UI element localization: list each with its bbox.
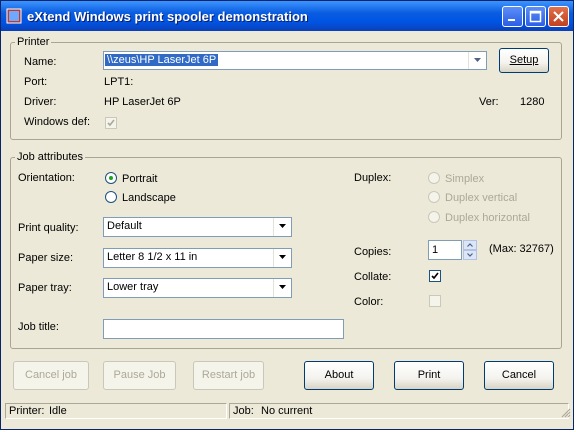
cancel-button[interactable]: Cancel bbox=[484, 361, 554, 390]
about-button[interactable]: About bbox=[304, 361, 374, 390]
print-quality-label: Print quality: bbox=[18, 222, 79, 234]
setup-button[interactable]: Setup bbox=[499, 48, 549, 73]
minimize-button[interactable] bbox=[502, 6, 523, 27]
checkmark-icon bbox=[107, 119, 115, 127]
title-bar[interactable]: eXtend Windows print spooler demonstrati… bbox=[1, 1, 573, 31]
paper-tray-dropdown-button[interactable] bbox=[273, 279, 291, 297]
windows-default-label: Windows def: bbox=[24, 116, 91, 128]
simplex-label: Simplex bbox=[445, 173, 485, 185]
version-label: Ver: bbox=[479, 96, 499, 108]
copies-spin-down[interactable] bbox=[463, 250, 477, 260]
print-quality-combo[interactable]: Default bbox=[103, 217, 292, 237]
window-title: eXtend Windows print spooler demonstrati… bbox=[27, 9, 308, 24]
duplex-horizontal-radio bbox=[428, 211, 440, 223]
duplex-vertical-label: Duplex vertical bbox=[445, 192, 518, 204]
radio-selected-dot bbox=[109, 176, 113, 180]
duplex-vertical-radio bbox=[428, 191, 440, 203]
landscape-radio[interactable] bbox=[105, 191, 117, 203]
cancel-job-button: Cancel job bbox=[13, 361, 89, 390]
portrait-label[interactable]: Portrait bbox=[122, 173, 157, 185]
copies-value: 1 bbox=[432, 244, 439, 256]
job-title-label: Job title: bbox=[18, 321, 59, 333]
duplex-horizontal-label: Duplex horizontal bbox=[445, 212, 530, 224]
print-quality-dropdown-button[interactable] bbox=[273, 218, 291, 236]
close-icon bbox=[553, 11, 564, 22]
chevron-down-icon bbox=[474, 58, 481, 62]
landscape-label[interactable]: Landscape bbox=[122, 192, 176, 204]
printer-name-label: Name: bbox=[24, 56, 57, 68]
driver-label: Driver: bbox=[24, 96, 57, 108]
paper-size-dropdown-button[interactable] bbox=[273, 249, 291, 267]
printer-name-value: \\zeus\HP LaserJet 6P bbox=[105, 54, 219, 66]
printer-group-legend: Printer bbox=[17, 36, 50, 48]
color-checkbox bbox=[429, 295, 441, 307]
paper-tray-value: Lower tray bbox=[107, 281, 159, 293]
copies-label: Copies: bbox=[354, 246, 392, 258]
printer-app-icon bbox=[6, 8, 22, 24]
collate-label: Collate: bbox=[354, 271, 392, 283]
collate-checkbox[interactable] bbox=[429, 270, 441, 282]
close-button[interactable] bbox=[548, 6, 569, 27]
maximize-button[interactable] bbox=[525, 6, 546, 27]
pause-job-button: Pause Job bbox=[103, 361, 176, 390]
color-label: Color: bbox=[354, 296, 384, 308]
maximize-icon bbox=[529, 10, 542, 23]
minimize-icon bbox=[508, 19, 515, 21]
printer-name-dropdown-button[interactable] bbox=[468, 52, 486, 69]
paper-size-combo[interactable]: Letter 8 1/2 x 11 in bbox=[103, 248, 292, 268]
checkmark-icon bbox=[431, 272, 439, 280]
simplex-radio bbox=[428, 172, 440, 184]
job-status-label: Job: bbox=[233, 405, 254, 417]
chevron-down-icon bbox=[279, 285, 286, 289]
status-bar: Printer: Idle Job: No current bbox=[1, 401, 573, 429]
chevron-down-icon bbox=[279, 255, 286, 259]
port-label: Port: bbox=[24, 76, 48, 88]
print-quality-value: Default bbox=[107, 220, 142, 232]
paper-size-value: Letter 8 1/2 x 11 in bbox=[107, 251, 198, 263]
job-status-value: No current bbox=[261, 405, 313, 417]
paper-tray-label: Paper tray: bbox=[18, 282, 72, 294]
copies-input[interactable]: 1 bbox=[428, 240, 462, 260]
paper-size-label: Paper size: bbox=[18, 252, 74, 264]
printer-name-combo[interactable]: \\zeus\HP LaserJet 6P bbox=[103, 51, 487, 70]
copies-spin-up[interactable] bbox=[463, 240, 477, 250]
job-title-input[interactable] bbox=[103, 319, 344, 339]
port-value: LPT1: bbox=[104, 76, 134, 88]
copies-max-label: (Max: 32767) bbox=[489, 243, 554, 255]
orientation-label: Orientation: bbox=[18, 172, 75, 184]
chevron-down-icon bbox=[467, 253, 473, 257]
restart-job-button: Restart job bbox=[193, 361, 264, 390]
paper-tray-combo[interactable]: Lower tray bbox=[103, 278, 292, 298]
job-attributes-legend: Job attributes bbox=[17, 151, 84, 163]
duplex-label: Duplex: bbox=[354, 172, 392, 184]
windows-default-checkbox bbox=[105, 117, 117, 129]
version-value: 1280 bbox=[520, 96, 545, 108]
printer-status-value: Idle bbox=[49, 405, 67, 417]
resize-grip-icon[interactable] bbox=[561, 408, 571, 418]
printer-status-label: Printer: bbox=[9, 405, 45, 417]
portrait-radio[interactable] bbox=[105, 172, 117, 184]
setup-button-label: Setup bbox=[509, 54, 539, 66]
print-button[interactable]: Print bbox=[394, 361, 464, 390]
chevron-up-icon bbox=[467, 243, 473, 247]
driver-value: HP LaserJet 6P bbox=[104, 96, 181, 108]
main-window: eXtend Windows print spooler demonstrati… bbox=[0, 0, 574, 430]
chevron-down-icon bbox=[279, 224, 286, 228]
